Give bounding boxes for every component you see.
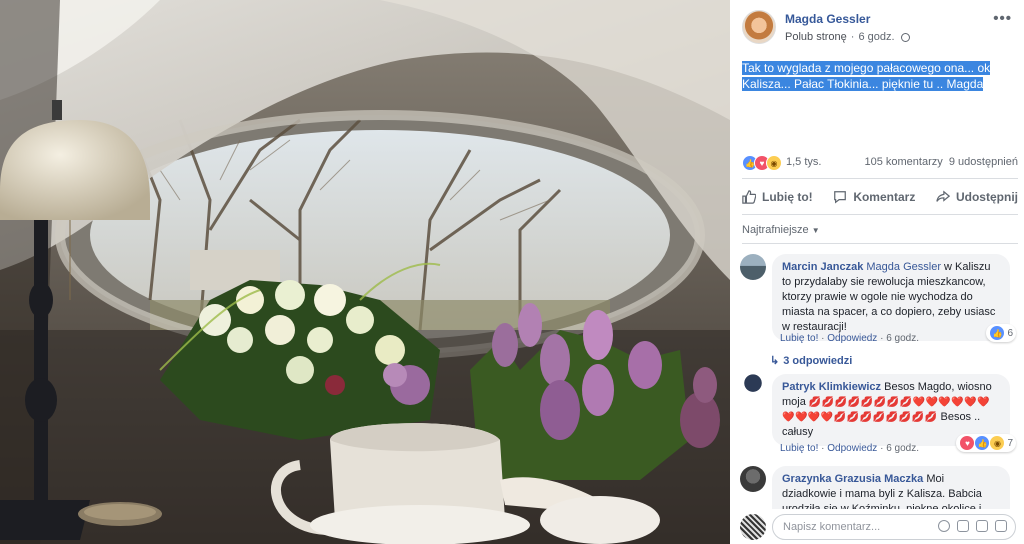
share-button[interactable]: Udostępnij [936,190,1018,204]
wow-reaction-icon: ◉ [766,155,782,171]
wow-reaction-icon: ◉ [989,435,1006,451]
view-replies-link[interactable]: ↳ 3 odpowiedzi [770,354,853,368]
divider [742,178,1018,179]
post-time[interactable]: 6 godz. [858,31,894,43]
reaction-icons[interactable]: 👍 ♥ ◉ [742,155,782,171]
comment-input[interactable]: Napisz komentarz... [772,514,1016,540]
comment-reaction-count: 6 [1007,327,1013,339]
view-replies-label: 3 odpowiedzi [783,354,853,367]
comment-button[interactable]: Komentarz [833,190,915,204]
comment-button-label: Komentarz [853,190,916,204]
divider [742,214,1018,215]
like-reaction-icon: 👍 [974,435,991,451]
commenter-avatar[interactable] [740,254,766,280]
comment-action-separator: · [821,333,825,344]
post-text-content: Tak to wyglada z mojego pałacowego ona..… [742,61,991,91]
comment-composer: Napisz komentarz... [730,509,1024,544]
sticker-icon[interactable] [995,520,1007,532]
more-options-icon[interactable]: ••• [993,10,1012,27]
reply-arrow-icon: ↳ [770,355,780,367]
thumbs-up-icon [742,190,756,204]
gif-icon[interactable] [976,520,988,532]
emoji-icon[interactable] [938,520,950,532]
like-button[interactable]: Lubię to! [742,190,813,204]
divider [742,243,1018,244]
comment-bubble: Grazynka Grazusia Maczka Moi dziadkowie … [772,466,1010,510]
comment-reply-link[interactable]: Odpowiedz [827,333,877,344]
like-reaction-icon: 👍 [989,325,1006,341]
comment-author[interactable]: Grazynka Grazusia Maczka [782,473,923,485]
page-avatar[interactable] [742,10,776,44]
comment-emoji-line: 💋💋💋💋💋💋💋💋❤️❤️❤️❤️❤️❤️ [808,397,991,408]
post-photo[interactable] [0,0,730,544]
globe-icon [900,32,910,42]
post-counts: 105 komentarzy 9 udostępnień [864,156,1018,168]
post-photo-image [0,0,730,544]
post-stats: 👍 ♥ ◉ 1,5 tys. 105 komentarzy 9 udostępn… [742,152,1018,174]
comment-author[interactable]: Patryk Klimkiewicz [782,381,881,393]
love-reaction-icon: ♥ [959,435,976,451]
composer-tools [938,520,1007,532]
camera-icon[interactable] [957,520,969,532]
reaction-count[interactable]: 1,5 tys. [786,156,821,168]
comment-time[interactable]: 6 godz. [886,443,919,454]
comment-like-link[interactable]: Lubię to! [780,333,818,344]
comment-action-separator: · [880,333,884,344]
comment-bubble: Marcin Janczak Magda Gessler w Kaliszu t… [772,254,1010,341]
post-sidebar: Magda Gessler Polub stronę · 6 godz. •••… [730,0,1024,544]
follow-page-link[interactable]: Polub stronę [785,31,847,43]
comment-time[interactable]: 6 godz. [886,333,919,344]
comment-mention[interactable]: Magda Gessler [866,261,941,273]
comment-count[interactable]: 105 komentarzy [864,156,942,168]
comment-sort-label: Najtrafniejsze [742,224,809,236]
comment-like-link[interactable]: Lubię to! [780,443,818,454]
share-count[interactable]: 9 udostępnień [949,156,1018,168]
post-header: Magda Gessler Polub stronę · 6 godz. ••• [730,0,1024,50]
comment-reactions[interactable]: 👍 6 [986,324,1016,342]
comment-action-separator: · [880,443,884,454]
comment-reply-link[interactable]: Odpowiedz [827,443,877,454]
comment-action-separator: · [821,443,825,454]
current-user-avatar [740,514,766,540]
post-meta: Polub stronę · 6 godz. [785,31,910,43]
comment-emoji-line: ❤️❤️❤️❤️💋💋💋💋💋💋💋💋 [782,412,938,423]
post-text: Tak to wyglada z mojego pałacowego ona..… [742,60,1018,92]
caret-down-icon: ▼ [811,226,820,235]
comment-actions: Lubię to! · Odpowiedz · 6 godz. [780,333,919,344]
comment-author[interactable]: Marcin Janczak [782,261,863,273]
comment-reactions[interactable]: ♥ 👍 ◉ 7 [956,434,1016,452]
commenter-avatar[interactable] [740,466,766,492]
comment-icon [834,191,847,204]
commenter-avatar[interactable] [740,374,766,400]
share-button-label: Udostępnij [955,190,1018,204]
comment-actions: Lubię to! · Odpowiedz · 6 godz. [780,443,919,454]
comment-item: Grazynka Grazusia Maczka Moi dziadkowie … [740,466,1024,510]
comment-input-placeholder: Napisz komentarz... [783,521,881,533]
meta-separator: · [850,31,855,43]
comment-reaction-count: 7 [1007,437,1013,449]
page-name-link[interactable]: Magda Gessler [785,12,870,26]
share-icon [936,190,950,202]
post-actions: Lubię to! Komentarz Udostępnij [742,180,1018,214]
comment-sort-dropdown[interactable]: Najtrafniejsze ▼ [742,224,820,236]
like-button-label: Lubię to! [762,190,813,204]
